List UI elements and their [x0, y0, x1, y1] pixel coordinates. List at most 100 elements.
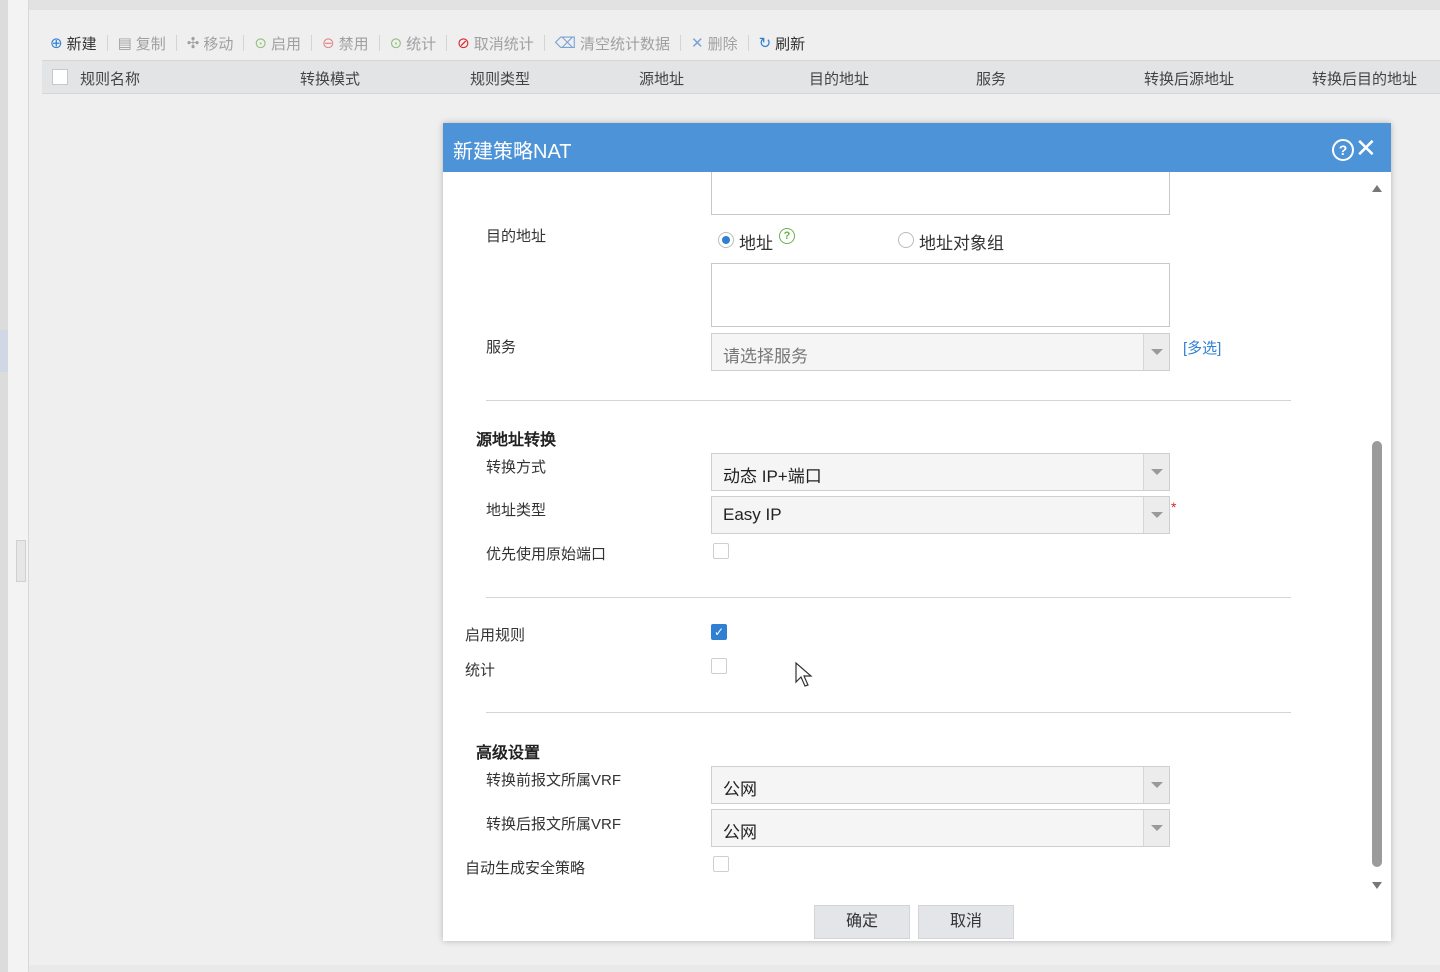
auto-policy-checkbox[interactable] — [713, 856, 729, 872]
vrf-before-value: 公网 — [723, 780, 757, 799]
new-policy-nat-dialog: 新建策略NAT ? ✕ 目的地址 地址 ? 地址对象组 服务 请选择服务 [多选… — [443, 123, 1391, 941]
toolbar-separator — [310, 35, 312, 51]
chevron-down-icon[interactable] — [1143, 454, 1169, 490]
multi-select-link[interactable]: [多选] — [1183, 337, 1221, 358]
service-label: 服务 — [486, 339, 517, 356]
column-header[interactable]: 转换模式 — [300, 68, 360, 89]
column-header[interactable]: 目的地址 — [809, 68, 869, 89]
help-icon[interactable]: ? — [1332, 139, 1354, 161]
address-type-value: Easy IP — [723, 505, 782, 524]
clear-stats-button[interactable]: ⌫ 清空统计数据 — [549, 33, 676, 54]
stats-label: 统计 — [465, 662, 496, 679]
disable-button[interactable]: ⊖ 禁用 — [316, 33, 375, 54]
translation-mode-label: 转换方式 — [486, 459, 547, 476]
enable-button[interactable]: ⊙ 启用 — [248, 33, 307, 54]
prefer-original-port-label: 优先使用原始端口 — [486, 546, 607, 563]
dest-address-radio-group[interactable] — [898, 232, 914, 248]
stats-checkbox[interactable] — [711, 658, 727, 674]
section-title: 源地址转换 — [476, 432, 557, 449]
toolbar-separator — [175, 35, 177, 51]
divider — [486, 712, 1291, 713]
address-type-select[interactable]: Easy IP — [711, 496, 1170, 534]
stats-button[interactable]: ⊙ 统计 — [384, 33, 443, 54]
mouse-cursor-icon — [795, 662, 813, 687]
move-button-label: 移动 — [203, 35, 234, 53]
copy-button[interactable]: ▤ 复制 — [112, 33, 172, 54]
left-edge — [0, 0, 8, 972]
close-icon[interactable]: ✕ — [1355, 133, 1377, 163]
enable-button-label: 启用 — [270, 35, 301, 53]
column-header[interactable]: 规则类型 — [470, 68, 530, 89]
help-icon[interactable]: ? — [779, 228, 795, 244]
x-icon: ✕ — [691, 35, 704, 52]
new-button-label: 新建 — [66, 35, 97, 53]
minus-circle-icon: ⊖ — [321, 35, 335, 52]
auto-policy-label: 自动生成安全策略 — [465, 860, 586, 877]
translation-mode-value: 动态 IP+端口 — [723, 467, 822, 486]
cancel-button[interactable]: 取消 — [918, 905, 1014, 939]
cancel-stats-button[interactable]: ⊘ 取消统计 — [451, 33, 540, 54]
column-header[interactable]: 服务 — [976, 68, 1006, 89]
prefer-original-port-checkbox[interactable] — [713, 543, 729, 559]
clear-stats-button-label: 清空统计数据 — [579, 35, 670, 53]
toolbar-separator — [543, 35, 545, 51]
collapse-handle[interactable] — [16, 540, 26, 582]
dialog-title: 新建策略NAT — [453, 141, 572, 163]
select-all-checkbox[interactable] — [52, 69, 68, 85]
vrf-before-label: 转换前报文所属VRF — [486, 772, 622, 789]
ok-button[interactable]: 确定 — [814, 905, 910, 939]
enable-rule-label: 启用规则 — [465, 627, 526, 644]
radio-group-label: 地址对象组 — [919, 234, 1004, 253]
column-header[interactable]: 转换后目的地址 — [1312, 68, 1417, 89]
stats-button-label: 统计 — [406, 35, 437, 53]
chevron-down-icon[interactable] — [1143, 767, 1169, 803]
refresh-button[interactable]: ↻ 刷新 — [753, 33, 812, 54]
vrf-after-select[interactable]: 公网 — [711, 809, 1170, 847]
translation-mode-select[interactable]: 动态 IP+端口 — [711, 453, 1170, 491]
dialog-header[interactable]: 新建策略NAT ? ✕ — [443, 123, 1391, 172]
ban-icon: ⊘ — [457, 35, 470, 52]
move-button[interactable]: ✣ 移动 — [181, 33, 240, 54]
plus-circle-icon: ⊕ — [50, 35, 63, 52]
column-header[interactable]: 源地址 — [639, 68, 684, 89]
dest-address-input[interactable] — [711, 263, 1170, 327]
dest-address-radio-address[interactable] — [718, 232, 734, 248]
radio-address-label: 地址 — [739, 234, 773, 253]
required-asterisk: * — [1171, 499, 1177, 515]
play-circle-icon: ⊙ — [254, 35, 267, 52]
move-icon: ✣ — [186, 35, 200, 52]
service-placeholder: 请选择服务 — [723, 347, 808, 366]
delete-button-label: 删除 — [707, 35, 738, 53]
toolbar: ⊕ 新建 ▤ 复制 ✣ 移动 ⊙ 启用 ⊖ 禁用 ⊙ 统计 ⊘ 取消统计 ⌫ 清… — [44, 30, 811, 56]
eraser-icon: ⌫ — [554, 35, 576, 52]
section-title: 高级设置 — [476, 745, 541, 762]
dest-address-label: 目的地址 — [486, 228, 547, 245]
scroll-up-arrow[interactable] — [1372, 185, 1382, 192]
chevron-down-icon[interactable] — [1143, 810, 1169, 846]
chevron-down-icon[interactable] — [1143, 334, 1169, 370]
delete-button[interactable]: ✕ 删除 — [685, 33, 744, 54]
service-select[interactable]: 请选择服务 — [711, 333, 1170, 371]
left-pane-edge — [8, 0, 29, 972]
copy-icon: ▤ — [117, 35, 132, 52]
window-top-band — [0, 0, 1440, 10]
vrf-after-label: 转换后报文所属VRF — [486, 816, 622, 833]
source-address-input[interactable] — [711, 172, 1170, 215]
toolbar-separator — [680, 35, 681, 51]
chevron-down-icon[interactable] — [1143, 497, 1169, 533]
scroll-down-arrow[interactable] — [1372, 882, 1382, 889]
column-header[interactable]: 转换后源地址 — [1144, 68, 1234, 89]
new-button[interactable]: ⊕ 新建 — [44, 33, 103, 54]
divider — [486, 597, 1291, 598]
toolbar-separator — [747, 35, 749, 51]
toolbar-separator — [446, 35, 448, 51]
vrf-before-select[interactable]: 公网 — [711, 766, 1170, 804]
play-circle-icon: ⊙ — [389, 35, 403, 52]
toolbar-separator — [243, 35, 245, 51]
column-header[interactable]: 规则名称 — [80, 68, 140, 89]
scrollbar-thumb[interactable] — [1372, 441, 1382, 867]
disable-button-label: 禁用 — [338, 35, 369, 53]
copy-button-label: 复制 — [135, 35, 166, 53]
enable-rule-checkbox[interactable]: ✓ — [711, 624, 727, 640]
divider — [486, 400, 1291, 401]
